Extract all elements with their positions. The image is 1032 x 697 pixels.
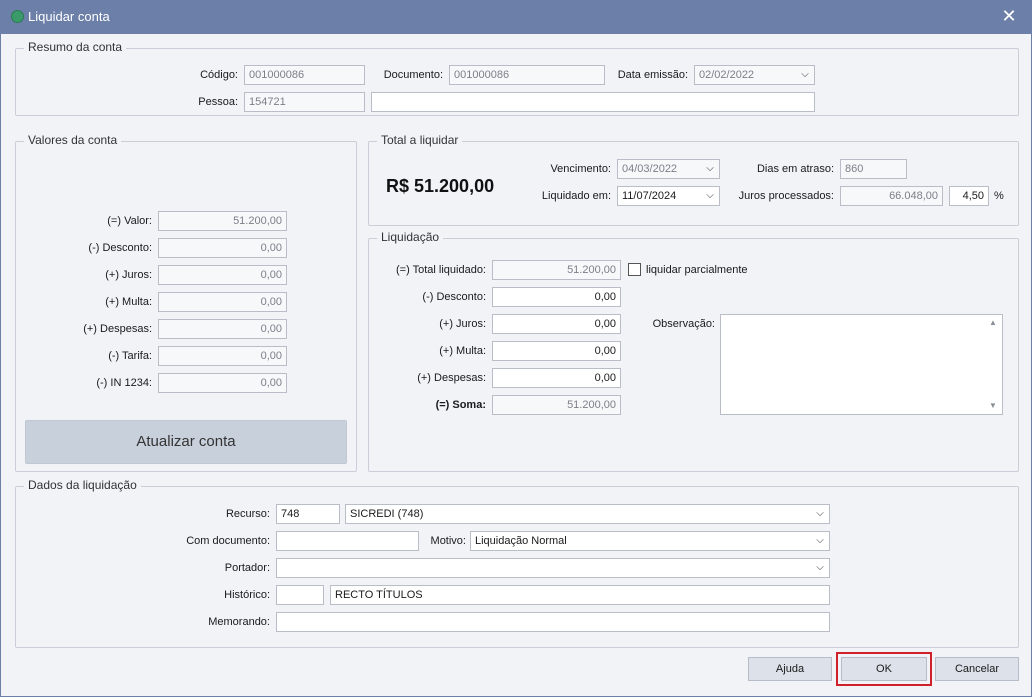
- soma-label: (=) Soma:: [435, 399, 486, 411]
- total-group: Total a liquidar R$ 51.200,00 Vencimento…: [368, 133, 1019, 226]
- data-emissao-value: 02/02/2022: [699, 69, 755, 81]
- valores-legend: Valores da conta: [24, 133, 122, 147]
- historico-code-field[interactable]: [276, 585, 324, 605]
- valor-field[interactable]: 51.200,00: [158, 211, 287, 231]
- codigo-field[interactable]: 001000086: [244, 65, 365, 85]
- data-emissao-label: Data emissão:: [617, 69, 688, 81]
- juros-pct-field[interactable]: 4,50: [949, 186, 989, 206]
- total-amount: R$ 51.200,00: [386, 176, 495, 196]
- total-liquidado-field[interactable]: 51.200,00: [492, 260, 621, 280]
- ajuda-button[interactable]: Ajuda: [748, 657, 832, 681]
- pessoa-code-field[interactable]: 154721: [244, 92, 365, 112]
- recurso-name: SICREDI (748): [350, 508, 424, 520]
- documento-field[interactable]: 001000086: [449, 65, 605, 85]
- recurso-label: Recurso:: [225, 508, 270, 520]
- dialog-body: Resumo da conta Código: 001000086 Docume…: [0, 34, 1032, 697]
- resumo-group: Resumo da conta Código: 001000086 Docume…: [15, 40, 1019, 116]
- window-title: Liquidar conta: [28, 9, 110, 24]
- ok-button[interactable]: OK: [841, 657, 927, 681]
- com-documento-label: Com documento:: [186, 535, 270, 547]
- desconto-label: (-) Desconto:: [88, 242, 152, 254]
- vencimento-field[interactable]: 04/03/2022 ⌵: [617, 159, 720, 179]
- chevron-down-icon[interactable]: ⌵: [814, 559, 826, 577]
- desconto-field[interactable]: 0,00: [158, 238, 287, 258]
- tarifa-field[interactable]: 0,00: [158, 346, 287, 366]
- title-bar: Liquidar conta ✕: [0, 0, 1032, 34]
- multa-label: (+) Multa:: [105, 296, 152, 308]
- tarifa-label: (-) Tarifa:: [108, 350, 152, 362]
- valor-label: (=) Valor:: [107, 215, 152, 227]
- liq-despesas-field[interactable]: 0,00: [492, 368, 621, 388]
- valores-group: Valores da conta (=) Valor: 51.200,00 (-…: [15, 133, 357, 472]
- pessoa-name-field[interactable]: [371, 92, 815, 112]
- total-legend: Total a liquidar: [377, 133, 463, 147]
- historico-label: Histórico:: [224, 589, 270, 601]
- total-liquidado-label: (=) Total liquidado:: [396, 264, 486, 276]
- in1234-field[interactable]: 0,00: [158, 373, 287, 393]
- portador-select[interactable]: ⌵: [276, 558, 830, 578]
- liq-multa-field[interactable]: 0,00: [492, 341, 621, 361]
- dados-group: Dados da liquidação Recurso: 748 SICREDI…: [15, 478, 1019, 648]
- portador-label: Portador:: [224, 562, 270, 574]
- juros-processados-label: Juros processados:: [738, 190, 834, 202]
- data-emissao-field[interactable]: 02/02/2022 ⌵: [694, 65, 815, 85]
- scroll-up-icon[interactable]: ▲: [986, 317, 1000, 329]
- juros-field[interactable]: 0,00: [158, 265, 287, 285]
- soma-field[interactable]: 51.200,00: [492, 395, 621, 415]
- pessoa-label: Pessoa:: [198, 96, 238, 108]
- liquidado-field[interactable]: 11/07/2024 ⌵: [617, 186, 720, 206]
- memorando-field[interactable]: [276, 612, 830, 632]
- dias-field[interactable]: 860: [840, 159, 907, 179]
- observacao-label: Observação:: [652, 318, 715, 330]
- close-icon[interactable]: ✕: [1000, 6, 1018, 26]
- chevron-down-icon[interactable]: ⌵: [799, 66, 811, 84]
- app-icon: [11, 10, 24, 23]
- chevron-down-icon[interactable]: ⌵: [704, 160, 716, 178]
- liquidado-label: Liquidado em:: [541, 190, 611, 202]
- com-documento-field[interactable]: [276, 531, 419, 551]
- liquidar-parcialmente-checkbox[interactable]: [628, 263, 641, 276]
- liq-despesas-label: (+) Despesas:: [417, 372, 486, 384]
- resumo-legend: Resumo da conta: [24, 40, 127, 54]
- motivo-label: Motivo:: [430, 535, 466, 547]
- recurso-code-field[interactable]: 748: [276, 504, 340, 524]
- documento-label: Documento:: [383, 69, 443, 81]
- dados-legend: Dados da liquidação: [24, 478, 141, 492]
- juros-label: (+) Juros:: [105, 269, 152, 281]
- pct-symbol: %: [994, 190, 1004, 202]
- chevron-down-icon[interactable]: ⌵: [814, 505, 826, 523]
- dias-label: Dias em atraso:: [756, 163, 834, 175]
- scroll-down-icon[interactable]: ▼: [986, 400, 1000, 412]
- despesas-label: (+) Despesas:: [83, 323, 152, 335]
- liq-desconto-field[interactable]: 0,00: [492, 287, 621, 307]
- observacao-textarea[interactable]: ▲ ▼: [720, 314, 1003, 415]
- liq-desconto-label: (-) Desconto:: [422, 291, 486, 303]
- recurso-select[interactable]: SICREDI (748) ⌵: [345, 504, 830, 524]
- liq-multa-label: (+) Multa:: [439, 345, 486, 357]
- atualizar-conta-button[interactable]: Atualizar conta: [25, 420, 347, 464]
- in1234-label: (-) IN 1234:: [96, 377, 152, 389]
- multa-field[interactable]: 0,00: [158, 292, 287, 312]
- liquidacao-group: Liquidação (=) Total liquidado: 51.200,0…: [368, 230, 1019, 472]
- motivo-select[interactable]: Liquidação Normal ⌵: [470, 531, 830, 551]
- chevron-down-icon[interactable]: ⌵: [814, 532, 826, 550]
- liquidacao-legend: Liquidação: [377, 230, 444, 244]
- vencimento-label: Vencimento:: [550, 163, 611, 175]
- vencimento-value: 04/03/2022: [622, 163, 678, 175]
- cancelar-button[interactable]: Cancelar: [935, 657, 1019, 681]
- memorando-label: Memorando:: [208, 616, 270, 628]
- historico-text-field[interactable]: RECTO TÍTULOS: [330, 585, 830, 605]
- liq-juros-field[interactable]: 0,00: [492, 314, 621, 334]
- despesas-field[interactable]: 0,00: [158, 319, 287, 339]
- liq-juros-label: (+) Juros:: [439, 318, 486, 330]
- liquidar-parcialmente-label[interactable]: liquidar parcialmente: [646, 264, 748, 276]
- liquidado-value: 11/07/2024: [622, 190, 677, 202]
- motivo-value: Liquidação Normal: [475, 535, 567, 547]
- juros-processados-field[interactable]: 66.048,00: [840, 186, 943, 206]
- codigo-label: Código:: [200, 69, 238, 81]
